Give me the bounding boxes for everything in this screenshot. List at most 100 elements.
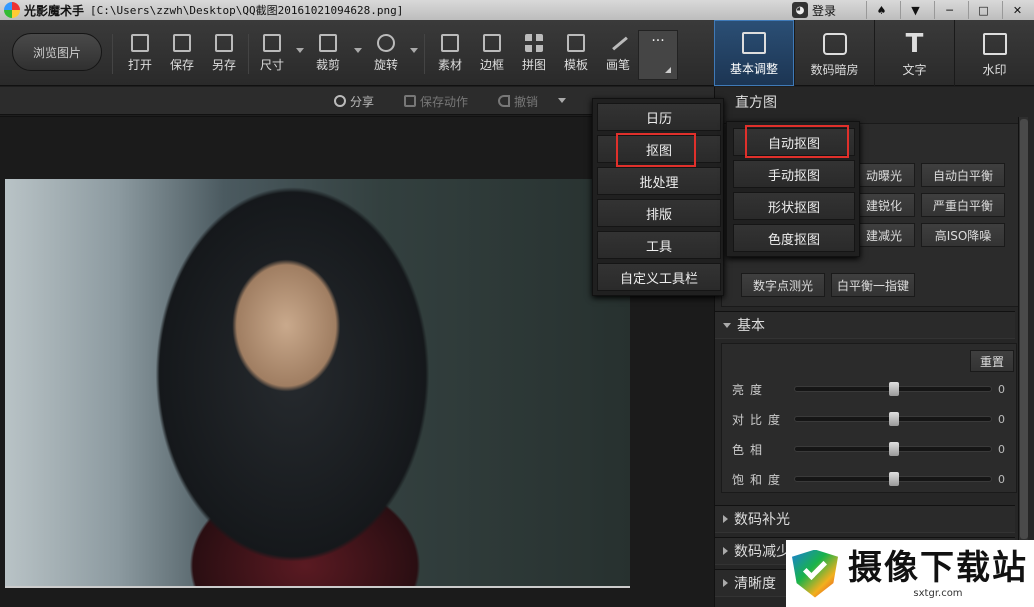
save-as-label: 另存 — [211, 58, 236, 72]
save-action-button[interactable]: 保存动作 — [404, 92, 468, 110]
menu-button[interactable]: ▼ — [900, 1, 930, 19]
contrast-slider-row: 对比度 0 — [732, 410, 1012, 428]
menu-item-chroma-cutout[interactable]: 色度抠图 — [733, 224, 855, 252]
contrast-slider[interactable] — [794, 412, 992, 426]
save-as-button[interactable]: 另存 — [204, 34, 244, 78]
slider-knob[interactable] — [889, 442, 899, 456]
browse-images-button[interactable]: 浏览图片 — [12, 33, 102, 71]
edit-icon — [742, 32, 766, 54]
rotate-dropdown-caret[interactable] — [410, 48, 418, 53]
more-tools-menu: 日历 抠图 批处理 排版 工具 自定义工具栏 — [592, 98, 724, 296]
chevron-right-icon — [723, 515, 728, 523]
menu-item-batch[interactable]: 批处理 — [597, 167, 721, 195]
grid-icon — [525, 34, 543, 52]
brightness-slider-row: 亮度 0 — [732, 380, 1012, 398]
brightness-slider[interactable] — [794, 382, 992, 396]
hue-slider[interactable] — [794, 442, 992, 456]
slider-knob[interactable] — [889, 382, 899, 396]
crop-dropdown-caret[interactable] — [354, 48, 362, 53]
menu-item-calendar[interactable]: 日历 — [597, 103, 721, 131]
maximize-button[interactable]: □ — [968, 1, 998, 19]
menu-item-tools[interactable]: 工具 — [597, 231, 721, 259]
rotate-button[interactable]: 旋转 — [366, 34, 406, 78]
severe-white-balance-button[interactable]: 严重白平衡 — [921, 193, 1005, 217]
panel-scrollbar[interactable] — [1018, 117, 1028, 607]
tab-basic-adjust-label: 基本调整 — [729, 62, 778, 76]
slider-label: 亮度 — [732, 382, 769, 397]
undo-button[interactable]: 撤销 — [498, 92, 538, 110]
tab-digital-darkroom[interactable]: 数码暗房 — [794, 20, 874, 86]
one-key-dim-button[interactable]: 建减光 — [853, 223, 915, 247]
auto-exposure-button[interactable]: 动曝光 — [853, 163, 915, 187]
menu-item-manual-cutout[interactable]: 手动抠图 — [733, 160, 855, 188]
reset-button[interactable]: 重置 — [970, 350, 1014, 372]
resize-button[interactable]: 尺寸 — [252, 34, 292, 78]
tab-text[interactable]: T 文字 — [874, 20, 954, 86]
login-label: 登录 — [812, 3, 837, 18]
menu-item-layout[interactable]: 排版 — [597, 199, 721, 227]
dropdown-corner-icon — [665, 67, 671, 73]
section-label: 数码补光 — [734, 512, 790, 528]
material-button[interactable]: 素材 — [430, 34, 470, 78]
brush-button[interactable]: 画笔 — [598, 34, 638, 78]
watermark-url: sxtgr.com — [913, 587, 963, 599]
menu-item-shape-cutout[interactable]: 形状抠图 — [733, 192, 855, 220]
tab-digital-darkroom-label: 数码暗房 — [810, 63, 859, 77]
crop-button[interactable]: 裁剪 — [308, 34, 348, 78]
tab-text-label: 文字 — [902, 63, 927, 77]
slider-value: 0 — [998, 412, 1005, 426]
collage-button[interactable]: 拼图 — [514, 34, 554, 78]
star-icon — [441, 34, 459, 52]
chevron-down-icon: ▼ — [911, 3, 920, 17]
menu-item-cutout[interactable]: 抠图 — [597, 135, 721, 163]
slider-knob[interactable] — [889, 472, 899, 486]
save-button[interactable]: 保存 — [162, 34, 202, 78]
shield-check-logo-icon — [790, 548, 842, 600]
menu-item-auto-cutout[interactable]: 自动抠图 — [733, 128, 855, 156]
minimize-button[interactable]: ─ — [934, 1, 964, 19]
tab-watermark[interactable]: 水印 — [954, 20, 1034, 86]
resize-dropdown-caret[interactable] — [296, 48, 304, 53]
high-iso-denoise-button[interactable]: 高ISO降噪 — [921, 223, 1005, 247]
saturation-slider[interactable] — [794, 472, 992, 486]
login-button[interactable]: ◕ 登录 — [792, 0, 836, 20]
toolbar-divider — [112, 34, 113, 74]
skin-button[interactable]: ♠ — [866, 1, 896, 19]
save-action-icon — [404, 95, 416, 107]
one-key-sharpen-button[interactable]: 建锐化 — [853, 193, 915, 217]
slider-value: 0 — [998, 382, 1005, 396]
save-icon — [173, 34, 191, 52]
crop-icon — [319, 34, 337, 52]
template-label: 模板 — [563, 58, 588, 72]
open-button[interactable]: 打开 — [120, 34, 160, 78]
pen-icon — [609, 34, 627, 52]
scrollbar-thumb[interactable] — [1020, 119, 1028, 539]
edited-photo[interactable] — [5, 179, 630, 586]
menu-item-custom-toolbar[interactable]: 自定义工具栏 — [597, 263, 721, 291]
share-button[interactable]: 分享 — [334, 92, 374, 110]
slider-label: 对比度 — [732, 412, 787, 427]
one-key-white-balance-button[interactable]: 白平衡一指键 — [831, 273, 915, 297]
auto-white-balance-button[interactable]: 自动白平衡 — [921, 163, 1005, 187]
shirt-icon: ♠ — [876, 3, 887, 17]
close-button[interactable]: ✕ — [1002, 1, 1032, 19]
undo-label: 撤销 — [514, 94, 539, 109]
app-logo-icon — [4, 2, 20, 18]
more-tools-button[interactable]: ··· — [638, 30, 678, 80]
frame-icon — [483, 34, 501, 52]
basic-adjust-box: 重置 亮度 0 对比度 0 色相 0 饱和度 0 — [721, 343, 1017, 493]
tab-basic-adjust[interactable]: 基本调整 — [714, 20, 794, 86]
file-path: [C:\Users\zzwh\Desktop\QQ截图2016102109462… — [90, 4, 404, 17]
share-label: 分享 — [350, 94, 375, 109]
digital-spot-metering-button[interactable]: 数字点测光 — [741, 273, 825, 297]
frame-button[interactable]: 边框 — [472, 34, 512, 78]
section-basic[interactable]: 基本 — [715, 311, 1015, 339]
undo-dropdown-caret[interactable] — [558, 98, 566, 103]
slider-knob[interactable] — [889, 412, 899, 426]
template-button[interactable]: 模板 — [556, 34, 596, 78]
resize-icon — [263, 34, 281, 52]
printer-icon — [567, 34, 585, 52]
toolbar-divider — [424, 34, 425, 74]
section-digital-fill-light[interactable]: 数码补光 — [715, 505, 1015, 533]
chat-face-icon: ◕ — [792, 2, 808, 18]
